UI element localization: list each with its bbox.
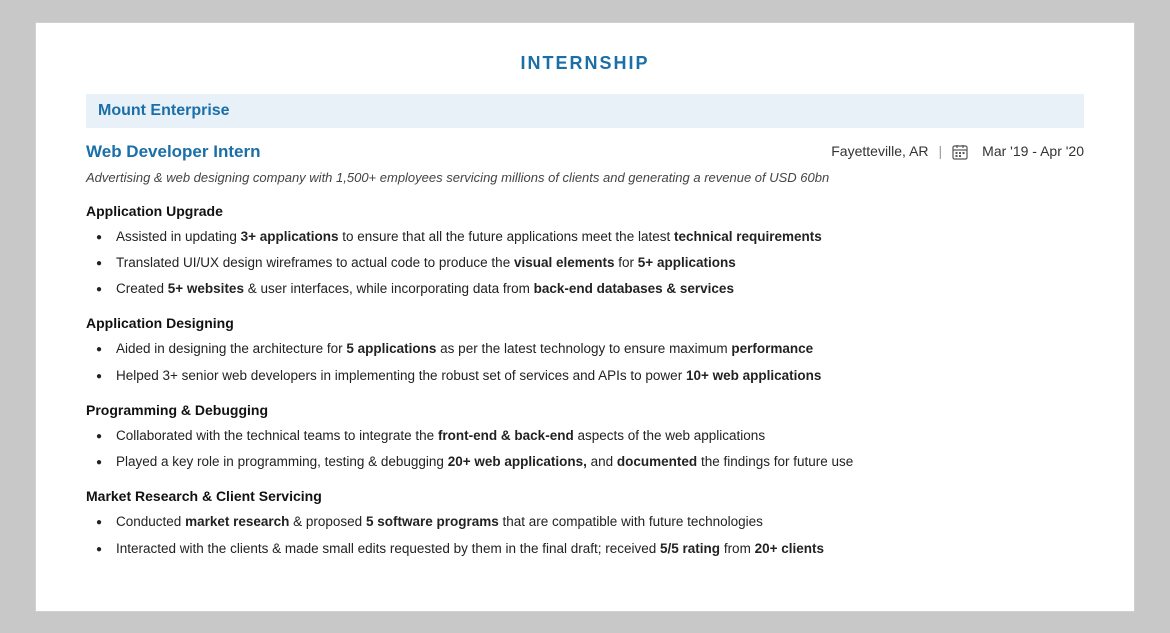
company-name: Mount Enterprise [98, 102, 230, 119]
job-title: Web Developer Intern [86, 142, 260, 162]
bullet-item-2-0: Collaborated with the technical teams to… [96, 426, 1084, 446]
bullet-item-1-1: Helped 3+ senior web developers in imple… [96, 366, 1084, 386]
sections-container: Application Upgrade Assisted in updating … [86, 203, 1084, 559]
divider: | [939, 143, 943, 159]
job-meta-row: Web Developer Intern Fayetteville, AR | … [86, 142, 1084, 162]
calendar-icon [952, 143, 972, 160]
bullet-list-2: Collaborated with the technical teams to… [86, 426, 1084, 473]
bullet-item-0-2: Created 5+ websites & user interfaces, w… [96, 279, 1084, 299]
bullet-item-0-0: Assisted in updating 3+ applications to … [96, 227, 1084, 247]
job-location-date: Fayetteville, AR | Mar '19 - Apr '20 [831, 143, 1084, 160]
bullet-list-0: Assisted in updating 3+ applications to … [86, 227, 1084, 300]
bullet-item-0-1: Translated UI/UX design wireframes to ac… [96, 253, 1084, 273]
company-header: Mount Enterprise [86, 94, 1084, 128]
company-description: Advertising & web designing company with… [86, 170, 1084, 185]
bullet-item-3-1: Interacted with the clients & made small… [96, 539, 1084, 559]
bullet-list-3: Conducted market research & proposed 5 s… [86, 512, 1084, 559]
resume-card: INTERNSHIP Mount Enterprise Web Develope… [35, 22, 1135, 612]
section-title-3: Market Research & Client Servicing [86, 488, 1084, 504]
bullet-item-2-1: Played a key role in programming, testin… [96, 452, 1084, 472]
section-title-1: Application Designing [86, 315, 1084, 331]
date-range: Mar '19 - Apr '20 [982, 143, 1084, 159]
bullet-item-1-0: Aided in designing the architecture for … [96, 339, 1084, 359]
page-title: INTERNSHIP [86, 53, 1084, 74]
bullet-list-1: Aided in designing the architecture for … [86, 339, 1084, 386]
section-title-2: Programming & Debugging [86, 402, 1084, 418]
bullet-item-3-0: Conducted market research & proposed 5 s… [96, 512, 1084, 532]
section-title-0: Application Upgrade [86, 203, 1084, 219]
location: Fayetteville, AR [831, 143, 928, 159]
